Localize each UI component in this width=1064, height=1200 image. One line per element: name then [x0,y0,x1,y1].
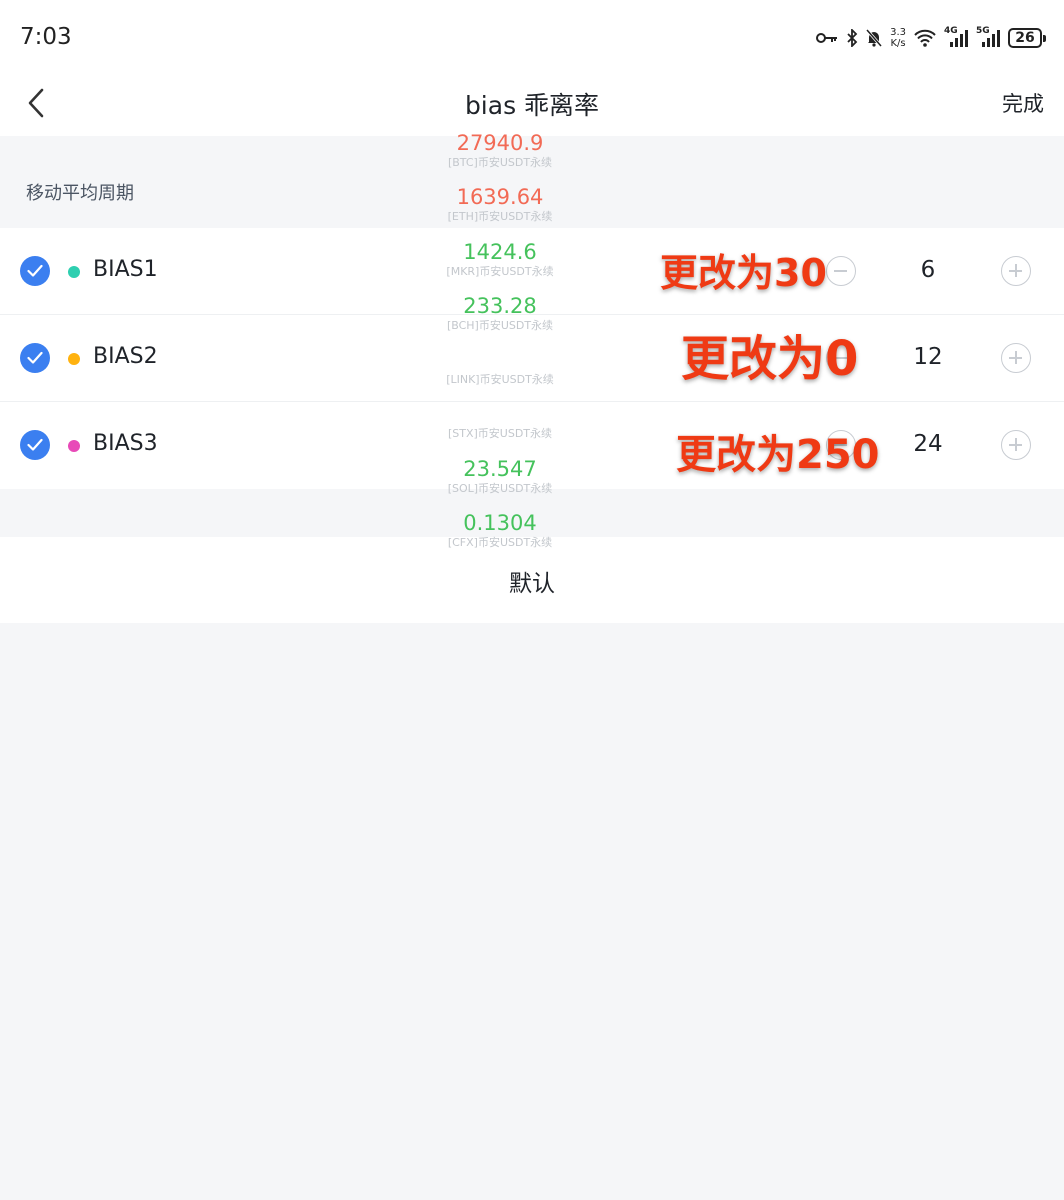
status-icons: 3.3 K/s 4G 5G 26 [816,24,1046,52]
ticker-item: 233.28 [BCH]币安USDT永续 [400,293,600,347]
ticker-item: 1424.6 [MKR]币安USDT永续 [400,239,600,293]
ticker-price: 1424.6 [463,239,537,264]
period-label: BIAS1 [93,257,158,282]
bell-muted-icon [866,29,883,47]
period-label: BIAS2 [93,344,158,369]
ticker-item: 23.547 [SOL]币安USDT永续 [400,456,600,510]
ticker-item: 0.1304 [CFX]币安USDT永续 [400,510,600,564]
key-icon [816,31,838,45]
period-label: BIAS3 [93,431,158,456]
annotation-change-to-250: 更改为250 [676,432,880,478]
checkbox-bias1[interactable] [20,256,50,286]
ticker-name: [BCH]币安USDT永续 [446,318,554,332]
battery-icon: 26 [1008,28,1046,48]
ticker-price: 23.547 [463,456,537,481]
color-dot-icon [68,266,80,278]
ticker-price [400,401,600,427]
net-speed-value: 3.3 [890,27,906,38]
color-dot-icon [68,440,80,452]
signal-5g-label: 5G [976,26,990,36]
page-title: bias 乖离率 [464,91,600,120]
bluetooth-icon [846,29,858,47]
ticker-item: 27940.9 [BTC]币安USDT永续 [400,130,600,184]
checkmark-icon [27,264,43,277]
net-speed: 3.3 K/s [890,27,906,49]
period-value[interactable]: 12 [900,344,956,370]
checkmark-icon [27,438,43,451]
ticker-name: [MKR]币安USDT永续 [446,264,554,278]
increment-button[interactable] [1001,256,1031,286]
color-dot-icon [68,353,80,365]
checkbox-bias3[interactable] [20,430,50,460]
ticker-name: [SOL]币安USDT永续 [447,481,553,495]
ticker-price: 233.28 [463,293,537,318]
increment-button[interactable] [1001,343,1031,373]
ticker-item: [LINK]币安USDT永续 [400,347,600,401]
signal-5g: 5G [976,26,1000,47]
ticker-name: [ETH]币安USDT永续 [447,210,553,224]
ticker-name: [STX]币安USDT永续 [447,427,553,441]
signal-4g: 4G [944,26,968,47]
period-value[interactable]: 24 [900,431,956,457]
period-value[interactable]: 6 [900,257,956,283]
ticker-price: 1639.64 [456,185,544,210]
nav-bar: bias 乖离率 完成 [0,72,1064,136]
ticker-price: 0.1304 [463,511,537,536]
increment-button[interactable] [1001,430,1031,460]
ticker-price: 27940.9 [456,131,544,155]
done-button[interactable]: 完成 [1002,88,1044,118]
ticker-item: 1639.64 [ETH]币安USDT永续 [400,184,600,238]
ticker-name: [CFX]币安USDT永续 [447,536,553,550]
status-time: 7:03 [20,24,72,50]
decrement-button[interactable] [826,256,856,286]
annotation-change-to-30: 更改为30 [660,251,827,295]
ticker-name: [BTC]币安USDT永续 [447,156,553,169]
net-speed-unit: K/s [890,38,906,49]
ticker-price [400,347,600,373]
annotation-change-to-0: 更改为0 [681,331,859,387]
checkbox-bias2[interactable] [20,343,50,373]
section-label: 移动平均周期 [26,183,134,204]
default-label: 默认 [509,571,555,597]
wifi-icon [914,29,936,47]
status-bar: 7:03 3.3 K/s 4G 5G 26 [0,0,1064,72]
ticker-name: [LINK]币安USDT永续 [446,373,554,387]
ticker-item: [STX]币安USDT永续 [400,401,600,455]
signal-4g-label: 4G [944,26,958,36]
floating-ticker[interactable]: 27940.9 [BTC]币安USDT永续 1639.64 [ETH]币安USD… [400,130,600,564]
checkmark-icon [27,351,43,364]
